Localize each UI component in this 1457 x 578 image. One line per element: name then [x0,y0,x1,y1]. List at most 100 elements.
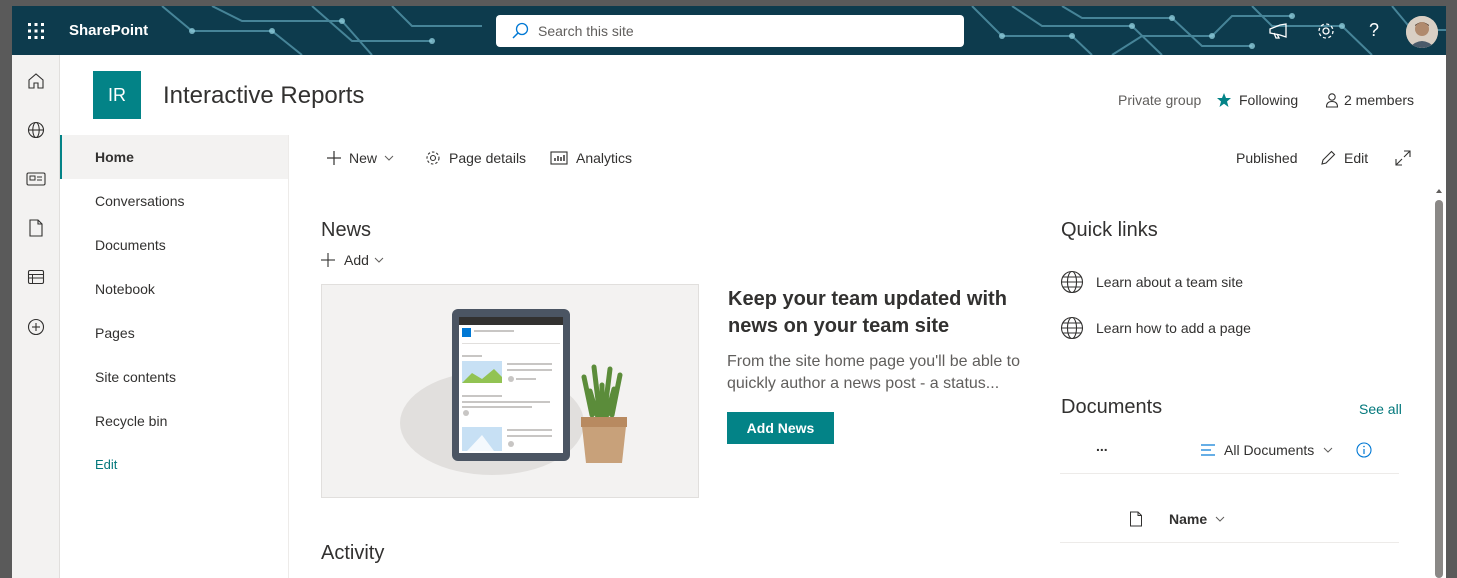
publish-status: Published [1236,150,1298,166]
plus-icon [321,253,335,267]
news-description: From the site home page you'll be able t… [727,353,1020,392]
analytics-label: Analytics [576,150,633,166]
edit-label: Edit [1344,150,1369,166]
nav-item-conversations[interactable]: Conversations [60,179,288,223]
new-button[interactable]: New [327,146,402,170]
new-label: New [349,150,378,166]
search-icon [512,22,529,39]
nav-item-notebook[interactable]: Notebook [60,267,288,311]
file-type-column[interactable] [1129,511,1143,527]
waffle-icon [28,22,44,39]
news-button[interactable] [12,155,60,203]
gear-icon [426,151,440,165]
add-circle-icon [27,318,45,336]
members-label: 2 members [1344,92,1415,108]
sites-button[interactable] [12,106,60,154]
news-add-label: Add [344,252,369,268]
sharepoint-window: SharePoint Search this site ? IR Interac… [12,6,1446,578]
expand-icon [1395,150,1411,166]
news-title: News [321,219,372,241]
news-icon [26,172,46,186]
globe-icon [27,121,45,139]
scroll-up-arrow-icon[interactable] [1434,186,1444,196]
news-add-button[interactable]: Add [321,252,384,268]
chevron-down-icon [1215,516,1225,522]
info-button[interactable] [1356,442,1372,458]
see-all-link[interactable]: See all [1359,401,1402,417]
quick-link-add-page[interactable]: Learn how to add a page [1060,316,1251,340]
home-icon [28,73,44,89]
site-title[interactable]: Interactive Reports [163,82,364,110]
documents-header-divider [1060,542,1399,543]
page-scrollbar[interactable] [1434,182,1444,578]
view-list-icon [1201,444,1215,456]
user-avatar[interactable] [1406,16,1438,48]
nav-item-pages[interactable]: Pages [60,311,288,355]
plant [581,364,627,463]
documents-title: Documents [1061,396,1163,418]
name-column-label: Name [1169,511,1208,527]
list-icon [27,269,45,285]
lists-button[interactable] [12,253,60,301]
nav-item-home[interactable]: Home [60,135,288,179]
documents-divider [1060,473,1399,474]
left-navigation: Home Conversations Documents Notebook Pa… [60,135,289,578]
news-headline: Keep your team updated with news on your… [728,288,1007,337]
plus-icon [327,151,341,165]
quick-link-label: Learn how to add a page [1096,320,1251,336]
globe-icon [1060,270,1084,294]
quick-link-team-site[interactable]: Learn about a team site [1060,270,1243,294]
add-news-button[interactable]: Add News [727,412,834,444]
pencil-icon [1321,150,1336,165]
help-button[interactable]: ? [1350,6,1398,55]
analytics-button[interactable]: Analytics [550,146,632,170]
page-details-label: Page details [449,150,527,166]
page-details-button[interactable]: Page details [425,146,526,170]
suite-bar: SharePoint Search this site ? [12,6,1446,55]
chevron-down-icon [1323,447,1333,453]
expand-button[interactable] [1395,146,1419,170]
following-label: Following [1239,92,1299,108]
edit-page-button[interactable]: Edit [1320,146,1368,170]
home-button[interactable] [12,57,60,105]
privacy-label: Private group [1118,92,1202,108]
view-label: All Documents [1224,442,1315,458]
info-icon [1356,442,1372,458]
nav-edit-link[interactable]: Edit [60,443,288,487]
search-box[interactable]: Search this site [496,15,964,47]
person-icon [1325,93,1339,108]
activity-title: Activity [321,542,385,564]
search-placeholder: Search this site [538,23,634,39]
question-mark-icon: ? [1368,20,1379,40]
tablet-plant-illustration [400,309,627,475]
document-icon [1130,511,1142,527]
chevron-down-icon [384,155,394,161]
more-options-button[interactable]: ... [1096,438,1108,454]
app-name[interactable]: SharePoint [69,6,148,55]
files-button[interactable] [12,204,60,252]
site-logo[interactable]: IR [93,71,141,119]
document-icon [29,219,43,237]
analytics-icon [550,151,568,165]
gear-icon [1318,22,1334,39]
nav-item-documents[interactable]: Documents [60,223,288,267]
settings-button[interactable] [1302,6,1350,55]
scrollbar-thumb[interactable] [1435,200,1443,578]
app-launcher-button[interactable] [12,6,60,55]
feedback-button[interactable] [1254,6,1302,55]
name-column-header[interactable]: Name [1169,511,1225,527]
members-button[interactable]: 2 members [1325,92,1414,108]
news-illustration [321,284,699,498]
avatar-photo [1406,16,1438,48]
globe-icon [1060,316,1084,340]
view-selector[interactable]: All Documents [1201,442,1333,458]
quick-link-label: Learn about a team site [1096,274,1244,290]
nav-item-site-contents[interactable]: Site contents [60,355,288,399]
create-button[interactable] [12,303,60,351]
following-button[interactable]: Following [1216,92,1298,108]
nav-item-recycle-bin[interactable]: Recycle bin [60,399,288,443]
star-icon [1217,93,1231,107]
megaphone-icon [1269,22,1287,39]
chevron-down-icon [374,257,384,263]
quick-links-title: Quick links [1061,219,1158,241]
